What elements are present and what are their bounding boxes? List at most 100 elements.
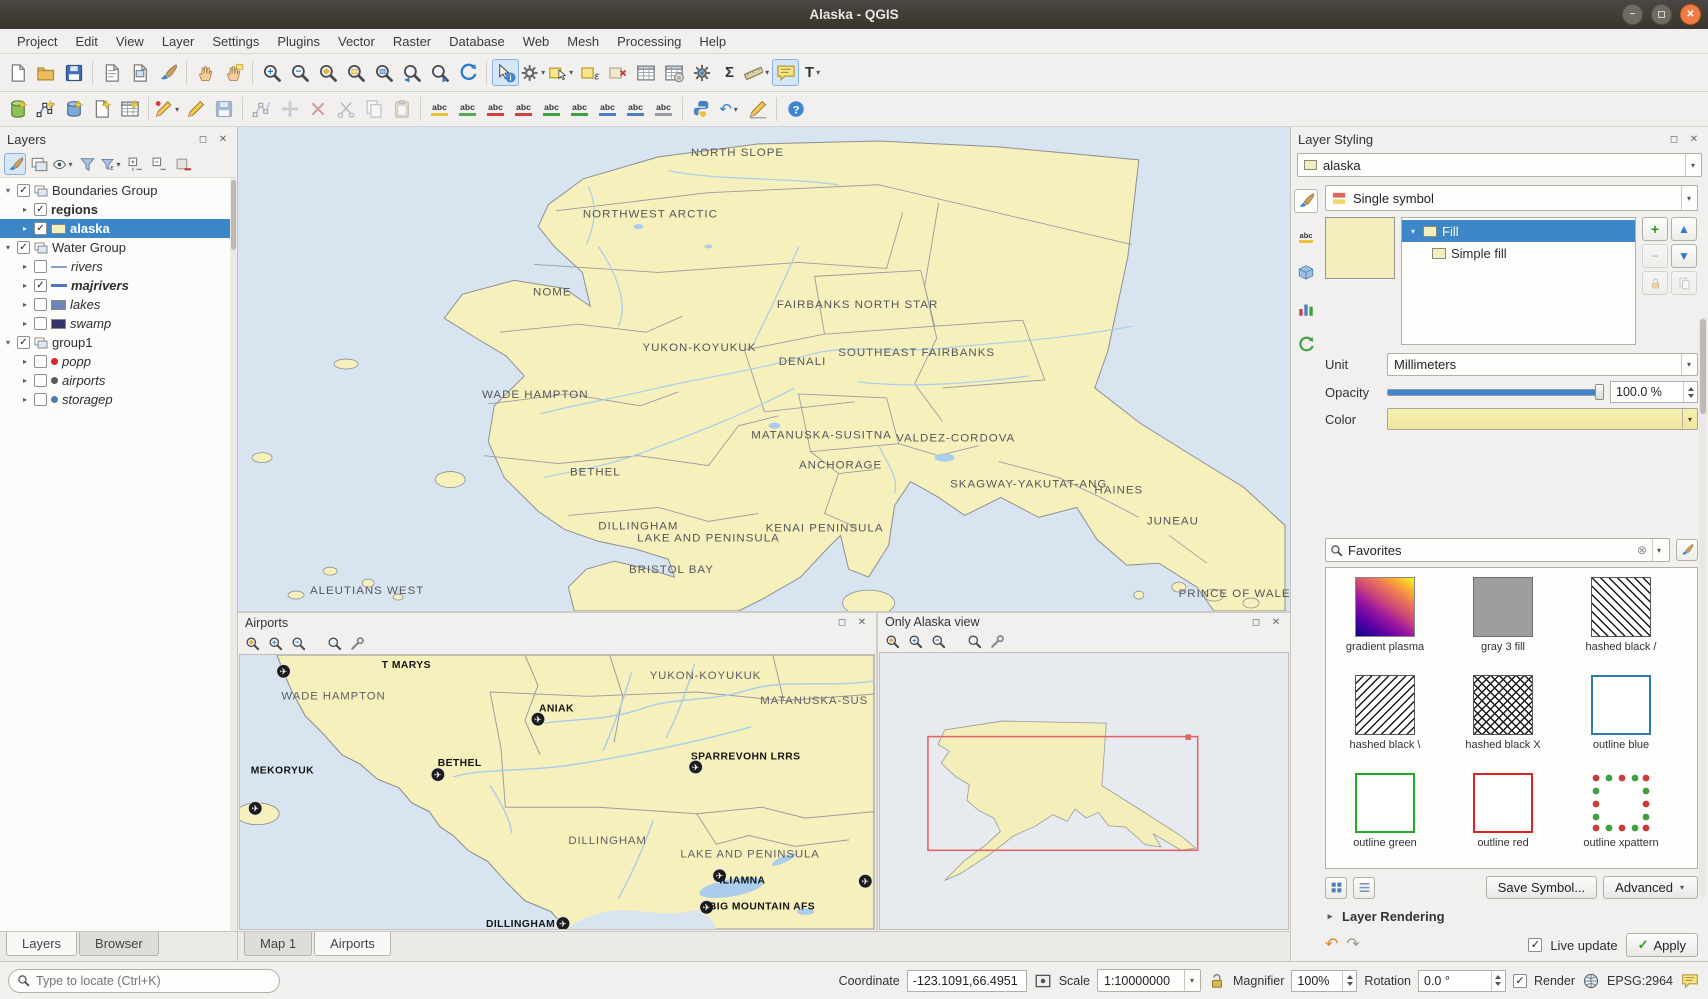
layer-checkbox[interactable] xyxy=(34,355,47,368)
layer-tree-item-storagep[interactable]: ▸ storagep xyxy=(0,390,237,409)
expander-icon[interactable]: ▾ xyxy=(3,186,13,195)
layer-tree-group-boundaries[interactable]: ▾ ✓ Boundaries Group xyxy=(0,181,237,200)
layer-checkbox[interactable]: ✓ xyxy=(34,279,47,292)
layer-tree-item-regions[interactable]: ▸ ✓ regions xyxy=(0,200,237,219)
dock-zoom-in-button[interactable]: + xyxy=(265,633,285,653)
tab-diagrams[interactable] xyxy=(1294,297,1318,321)
style-manager-button[interactable] xyxy=(154,59,181,86)
styling-scrollbar[interactable] xyxy=(1699,317,1707,897)
symbol-tree-simple-fill[interactable]: Simple fill xyxy=(1402,242,1635,264)
expander-icon[interactable]: ▸ xyxy=(20,357,30,366)
layer-checkbox[interactable] xyxy=(34,374,47,387)
symbol-tile[interactable]: outline green xyxy=(1326,768,1444,866)
dock-settings-button[interactable] xyxy=(347,633,367,653)
list-view-toggle-button[interactable] xyxy=(1353,877,1375,899)
pin-unpin-labels-button[interactable]: abc xyxy=(510,96,537,123)
lock-scale-icon[interactable] xyxy=(1208,972,1226,990)
tab-symbology[interactable] xyxy=(1294,189,1318,213)
layer-tree-item-swamp[interactable]: ▸ swamp xyxy=(0,314,237,333)
layer-tree-group1[interactable]: ▾ ✓ group1 xyxy=(0,333,237,352)
map-canvas[interactable]: NORTH SLOPE NORTHWEST ARCTIC NOME YUKON-… xyxy=(238,127,1290,613)
zoom-to-selection-button[interactable] xyxy=(342,59,369,86)
menu-layer[interactable]: Layer xyxy=(153,31,204,52)
menu-processing[interactable]: Processing xyxy=(608,31,690,52)
expander-icon[interactable]: ▾ xyxy=(3,338,13,347)
filter-by-expression-button[interactable]: ε▾ xyxy=(100,153,122,175)
layer-tree-item-lakes[interactable]: ▸ lakes xyxy=(0,295,237,314)
move-up-button[interactable]: ▲ xyxy=(1671,217,1697,241)
expander-icon[interactable]: ▸ xyxy=(20,205,30,214)
dock-close-icon[interactable]: ✕ xyxy=(855,617,869,628)
opacity-slider-handle[interactable] xyxy=(1595,384,1604,400)
paste-features-button[interactable] xyxy=(388,96,415,123)
menu-mesh[interactable]: Mesh xyxy=(558,31,608,52)
layer-checkbox[interactable] xyxy=(34,260,47,273)
add-symbol-layer-button[interactable]: + xyxy=(1642,217,1668,241)
clear-filter-icon[interactable]: ⊗ xyxy=(1637,543,1647,557)
minimize-button[interactable]: − xyxy=(1622,4,1643,25)
render-checkbox[interactable]: ✓ xyxy=(1513,974,1527,988)
filter-legend-button[interactable] xyxy=(76,153,98,175)
deselect-all-button[interactable] xyxy=(604,59,631,86)
save-symbol-button[interactable]: Save Symbol... xyxy=(1486,876,1597,899)
dock-zoom-out-button[interactable]: − xyxy=(928,631,948,651)
expand-all-button[interactable] xyxy=(124,153,146,175)
tab-browser[interactable]: Browser xyxy=(79,932,159,956)
menu-settings[interactable]: Settings xyxy=(203,31,268,52)
layer-tree-item-majrivers[interactable]: ▸ ✓ majrivers xyxy=(0,276,237,295)
icon-view-toggle-button[interactable] xyxy=(1325,877,1347,899)
new-shapefile-layer-button[interactable] xyxy=(32,96,59,123)
undo-button[interactable]: ↶▾ xyxy=(716,96,743,123)
redo-style-icon[interactable]: ↷ xyxy=(1346,937,1359,953)
open-project-button[interactable] xyxy=(32,59,59,86)
close-button[interactable]: ✕ xyxy=(1680,4,1701,25)
new-geopackage-layer-button[interactable] xyxy=(4,96,31,123)
menu-vector[interactable]: Vector xyxy=(329,31,384,52)
new-temporary-scratch-layer-button[interactable] xyxy=(88,96,115,123)
tab-3d-view[interactable] xyxy=(1294,261,1318,285)
layer-checkbox[interactable]: ✓ xyxy=(17,184,30,197)
opacity-slider[interactable] xyxy=(1387,383,1604,401)
expander-icon[interactable]: ▸ xyxy=(20,300,30,309)
new-spatialite-layer-button[interactable] xyxy=(60,96,87,123)
symbol-type-combo[interactable]: Single symbol ▾ xyxy=(1325,185,1698,211)
symbol-tree-fill[interactable]: ▾ Fill xyxy=(1402,220,1635,242)
select-by-expression-button[interactable]: ε xyxy=(576,59,603,86)
remove-layer-button[interactable] xyxy=(172,153,194,175)
symbol-tile[interactable]: gradient plasma xyxy=(1326,572,1444,670)
panel-float-icon[interactable]: ◻ xyxy=(196,134,210,145)
lock-color-button[interactable] xyxy=(1642,271,1668,295)
zoom-next-button[interactable] xyxy=(426,59,453,86)
toggle-editing-button[interactable] xyxy=(182,96,209,123)
layer-rendering-section[interactable]: ▸ Layer Rendering xyxy=(1325,909,1698,924)
expander-icon[interactable]: ▸ xyxy=(20,319,30,328)
layer-checkbox[interactable]: ✓ xyxy=(17,336,30,349)
coordinate-input[interactable] xyxy=(907,970,1027,992)
layer-checkbox[interactable] xyxy=(34,298,47,311)
layer-checkbox[interactable] xyxy=(34,393,47,406)
current-edits-button[interactable]: ▾ xyxy=(154,96,181,123)
panel-close-icon[interactable]: ✕ xyxy=(216,134,230,145)
cut-features-button[interactable] xyxy=(332,96,359,123)
layer-tree[interactable]: ▾ ✓ Boundaries Group ▸ ✓ regions ▸ ✓ ala… xyxy=(0,177,237,931)
symbol-tile[interactable]: outline red xyxy=(1444,768,1562,866)
layer-checkbox[interactable]: ✓ xyxy=(34,203,47,216)
symbol-tile[interactable]: outline xpattern xyxy=(1562,768,1680,866)
save-layer-edits-button[interactable] xyxy=(210,96,237,123)
menu-raster[interactable]: Raster xyxy=(384,31,440,52)
highlight-pinned-labels-button[interactable]: abc xyxy=(482,96,509,123)
dock-zoom-full-button[interactable] xyxy=(242,633,262,653)
menu-plugins[interactable]: Plugins xyxy=(268,31,329,52)
symbol-tile[interactable]: hashed black \ xyxy=(1326,670,1444,768)
layer-tree-group-water[interactable]: ▾ ✓ Water Group xyxy=(0,238,237,257)
symbol-filter-field[interactable]: Favorites ⊗ ▾ xyxy=(1325,538,1670,562)
locate-input[interactable] xyxy=(36,974,271,988)
color-button[interactable]: ▾ xyxy=(1387,408,1698,430)
expander-icon[interactable]: ▸ xyxy=(20,395,30,404)
layer-checkbox[interactable]: ✓ xyxy=(34,222,47,235)
magnifier-spinbox[interactable]: 100% xyxy=(1291,970,1357,992)
zoom-full-button[interactable] xyxy=(314,59,341,86)
rotate-label-button[interactable]: abc xyxy=(594,96,621,123)
zoom-in-button[interactable]: + xyxy=(258,59,285,86)
menu-edit[interactable]: Edit xyxy=(66,31,106,52)
